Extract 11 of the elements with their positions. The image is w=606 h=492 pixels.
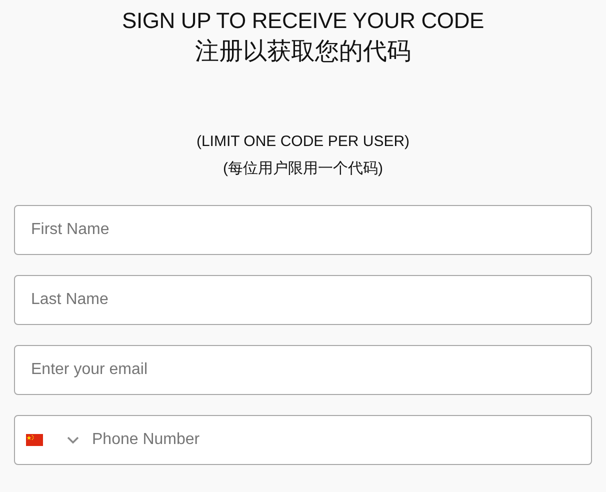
notice-text: (LIMIT ONE CODE PER USER) [196,132,410,152]
name-field[interactable]: First Name [14,205,592,255]
name-field[interactable]: Last Name [14,275,592,325]
phone-field[interactable]: Phone Number [14,415,592,465]
form-title: 注册以获取您的代码 [195,37,411,67]
email-field[interactable]: Enter your email [14,345,592,395]
phone-number-input[interactable]: Phone Number [92,416,591,464]
flag-icon [26,434,43,446]
notice-text: (每位用户限用一个代码) [223,159,383,179]
form-title: SIGN UP TO RECEIVE YOUR CODE [122,8,484,34]
chevron-icon [67,436,79,444]
